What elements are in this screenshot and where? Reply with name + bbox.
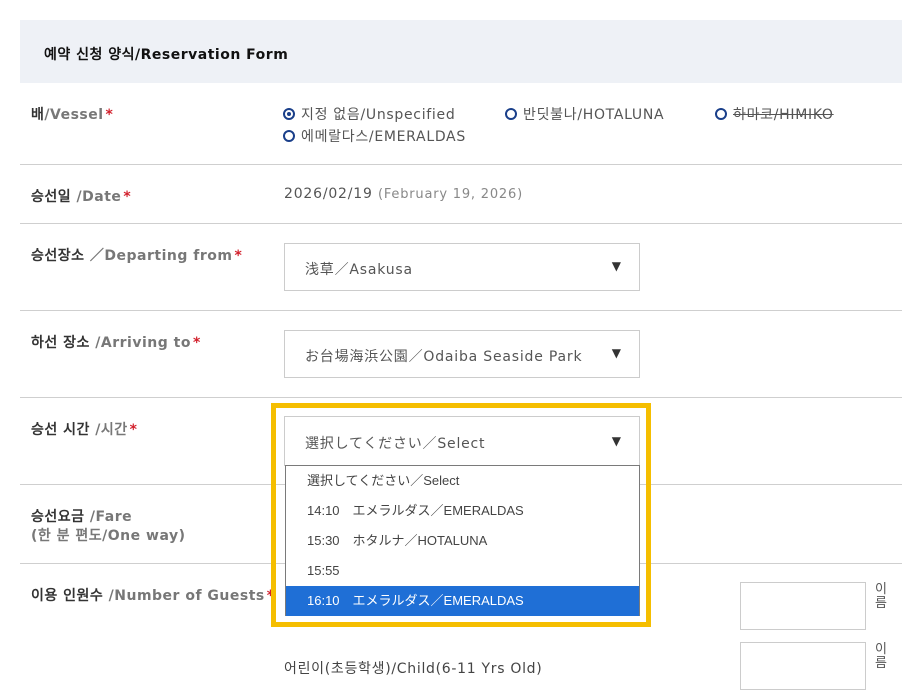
fare-sublabel: (한 분 편도/One way) [31, 528, 186, 544]
guests-label: 이용 인원수 /Number of Guests * [31, 588, 275, 604]
radio-icon [715, 108, 727, 120]
divider [20, 164, 902, 165]
departing-select[interactable]: 浅草／Asakusa ▼ [284, 243, 640, 291]
vessel-option-unspecified[interactable]: 지정 없음/Unspecified [283, 104, 455, 124]
arriving-select[interactable]: お台場海浜公園／Odaiba Seaside Park ▼ [284, 330, 640, 378]
adult-count-input[interactable] [740, 582, 866, 630]
departing-label: 승선장소 ／Departing from * [31, 248, 243, 264]
divider [20, 310, 902, 311]
divider [20, 397, 902, 398]
vessel-label: 배/Vessel * [31, 107, 114, 123]
vessel-option-hotaluna[interactable]: 반딧불나/HOTALUNA [505, 104, 664, 124]
radio-icon [283, 130, 295, 142]
child-label: 어린이(초등학생)/Child(6-11 Yrs Old) [284, 661, 543, 677]
chevron-down-icon: ▼ [611, 259, 621, 273]
radio-checked-icon [283, 108, 295, 120]
fare-label: 승선요금 /Fare [31, 509, 133, 525]
radio-icon [505, 108, 517, 120]
time-label: 승선 시간 /시간 * [31, 422, 138, 438]
adult-count-unit: 이름 [875, 582, 887, 611]
chevron-down-icon: ▼ [611, 346, 621, 360]
child-count-input[interactable] [740, 642, 866, 690]
form-title: 예약 신청 양식/Reservation Form [44, 47, 289, 63]
date-label: 승선일 /Date * [31, 189, 132, 205]
child-count-unit: 이름 [875, 642, 887, 671]
focus-highlight-frame [271, 403, 651, 627]
vessel-option-himiko: 하마코/HIMIKO [715, 104, 834, 124]
vessel-option-emeraldas[interactable]: 에메랄다스/EMERALDAS [283, 126, 466, 146]
divider [20, 223, 902, 224]
arriving-label: 하선 장소 /Arriving to * [31, 335, 201, 351]
date-value: 2026/02/19 (February 19, 2026) [284, 186, 523, 202]
